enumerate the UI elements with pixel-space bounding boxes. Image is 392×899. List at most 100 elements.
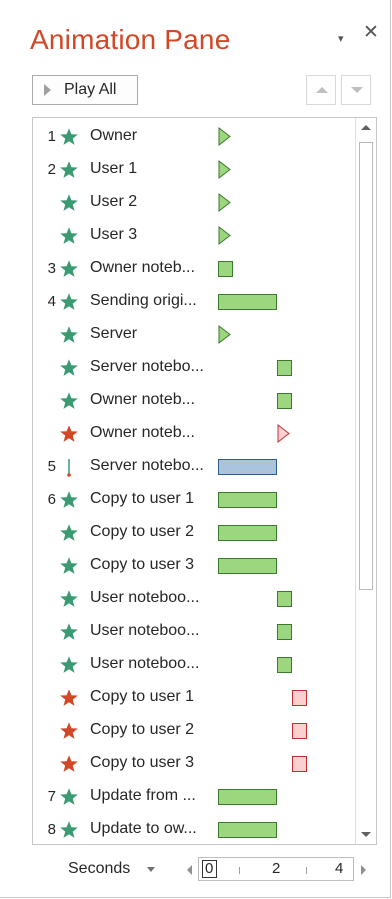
- entrance-star-icon: [60, 392, 78, 409]
- animation-label: User 1: [90, 160, 138, 177]
- animation-item[interactable]: Copy to user 1: [33, 683, 353, 713]
- animation-item[interactable]: 1 Owner: [33, 122, 353, 152]
- animation-item[interactable]: Owner noteb...: [33, 386, 353, 416]
- animation-item[interactable]: 7 Update from ...: [33, 782, 353, 812]
- scroll-down-button[interactable]: [356, 824, 376, 844]
- timing-bar[interactable]: [277, 624, 292, 640]
- exit-star-icon: [60, 689, 78, 706]
- timeline-footer: Seconds 0 2 4: [0, 850, 391, 890]
- animation-item[interactable]: Owner noteb...: [33, 419, 353, 449]
- animation-order-number: 6: [47, 491, 56, 508]
- animation-item[interactable]: 4 Sending origi...: [33, 287, 353, 317]
- animation-item[interactable]: User noteboo...: [33, 617, 353, 647]
- timing-marker[interactable]: [277, 424, 291, 443]
- animation-item[interactable]: 5 Server notebo...: [33, 452, 353, 482]
- entrance-star-icon: [60, 557, 78, 574]
- animation-label: Server notebo...: [90, 457, 204, 474]
- entrance-star-icon: [60, 524, 78, 541]
- timing-bar[interactable]: [218, 789, 277, 805]
- ruler-minor-tick: [239, 867, 240, 874]
- timing-bar[interactable]: [291, 723, 307, 739]
- animation-label: Sending origi...: [90, 292, 197, 309]
- move-later-button[interactable]: [341, 75, 371, 105]
- animation-item[interactable]: 8 Update to ow...: [33, 815, 353, 844]
- timing-marker[interactable]: [218, 226, 232, 245]
- animation-label: Copy to user 3: [90, 754, 195, 771]
- timeline-ruler[interactable]: 0 2 4: [198, 857, 354, 881]
- scroll-up-button[interactable]: [356, 118, 376, 138]
- ruler-minor-tick: [306, 867, 307, 874]
- animation-label: User noteboo...: [90, 589, 200, 606]
- timing-marker[interactable]: [218, 193, 232, 212]
- timeline-scroll-right-icon[interactable]: [361, 865, 366, 875]
- animation-label: User noteboo...: [90, 655, 200, 672]
- up-arrow-icon: [316, 87, 328, 93]
- play-icon: [44, 84, 51, 96]
- timing-marker[interactable]: [218, 325, 232, 344]
- animation-order-number: 3: [47, 260, 56, 277]
- play-all-label: Play All: [64, 81, 117, 98]
- entrance-star-icon: [60, 293, 78, 310]
- timing-bar[interactable]: [218, 261, 233, 277]
- motion-path-icon: [67, 459, 71, 477]
- close-icon[interactable]: ✕: [363, 23, 379, 42]
- animation-item[interactable]: User 3: [33, 221, 353, 251]
- timing-bar[interactable]: [277, 360, 292, 376]
- timing-bar[interactable]: [218, 822, 277, 838]
- animation-item[interactable]: Copy to user 3: [33, 749, 353, 779]
- timing-bar[interactable]: [218, 525, 277, 541]
- animation-label: Server notebo...: [90, 358, 204, 375]
- timing-marker[interactable]: [218, 127, 232, 146]
- animation-order-number: 4: [47, 293, 56, 310]
- vertical-scrollbar[interactable]: [355, 118, 376, 844]
- animation-item[interactable]: User noteboo...: [33, 584, 353, 614]
- timing-bar[interactable]: [277, 657, 292, 673]
- timing-bar[interactable]: [277, 591, 292, 607]
- timing-bar[interactable]: [218, 294, 277, 310]
- timing-bar[interactable]: [218, 492, 277, 508]
- entrance-star-icon: [60, 260, 78, 277]
- animation-item[interactable]: Server: [33, 320, 353, 350]
- animation-item[interactable]: Copy to user 2: [33, 518, 353, 548]
- animation-item[interactable]: 6 Copy to user 1: [33, 485, 353, 515]
- entrance-star-icon: [60, 227, 78, 244]
- timing-bar[interactable]: [218, 459, 277, 475]
- animation-label: Update from ...: [90, 787, 196, 804]
- ruler-label-2: 2: [272, 860, 281, 877]
- timing-bar[interactable]: [291, 690, 307, 706]
- animation-item[interactable]: User noteboo...: [33, 650, 353, 680]
- entrance-star-icon: [60, 821, 78, 838]
- animation-label: Update to ow...: [90, 820, 197, 837]
- entrance-star-icon: [60, 491, 78, 508]
- entrance-star-icon: [60, 623, 78, 640]
- animation-order-number: 1: [47, 128, 56, 145]
- timing-marker[interactable]: [218, 160, 232, 179]
- play-all-button[interactable]: Play All: [32, 75, 138, 105]
- animation-item[interactable]: 2 User 1: [33, 155, 353, 185]
- timing-bar[interactable]: [218, 558, 277, 574]
- entrance-star-icon: [60, 359, 78, 376]
- timing-bar[interactable]: [277, 393, 292, 409]
- animation-order-number: 8: [47, 821, 56, 838]
- animation-item[interactable]: Server notebo...: [33, 353, 353, 383]
- animation-label: Server: [90, 325, 138, 342]
- scroll-down-icon: [361, 832, 371, 837]
- animation-label: Owner: [90, 127, 138, 144]
- animation-item[interactable]: Copy to user 2: [33, 716, 353, 746]
- animation-item[interactable]: User 2: [33, 188, 353, 218]
- entrance-star-icon: [60, 326, 78, 343]
- chevron-down-icon[interactable]: [147, 867, 155, 872]
- move-earlier-button[interactable]: [306, 75, 336, 105]
- scrollbar-thumb[interactable]: [359, 142, 373, 590]
- scroll-up-icon: [361, 125, 371, 130]
- animation-label: Copy to user 1: [90, 490, 195, 507]
- task-pane-options-icon[interactable]: ▾: [338, 31, 344, 47]
- timing-bar[interactable]: [291, 756, 307, 772]
- animation-item[interactable]: Copy to user 3: [33, 551, 353, 581]
- seconds-dropdown[interactable]: Seconds: [68, 860, 130, 878]
- exit-star-icon: [60, 722, 78, 739]
- timeline-scroll-left-icon[interactable]: [187, 865, 192, 875]
- animation-item[interactable]: 3 Owner noteb...: [33, 254, 353, 284]
- exit-star-icon: [60, 755, 78, 772]
- animation-label: Copy to user 3: [90, 556, 195, 573]
